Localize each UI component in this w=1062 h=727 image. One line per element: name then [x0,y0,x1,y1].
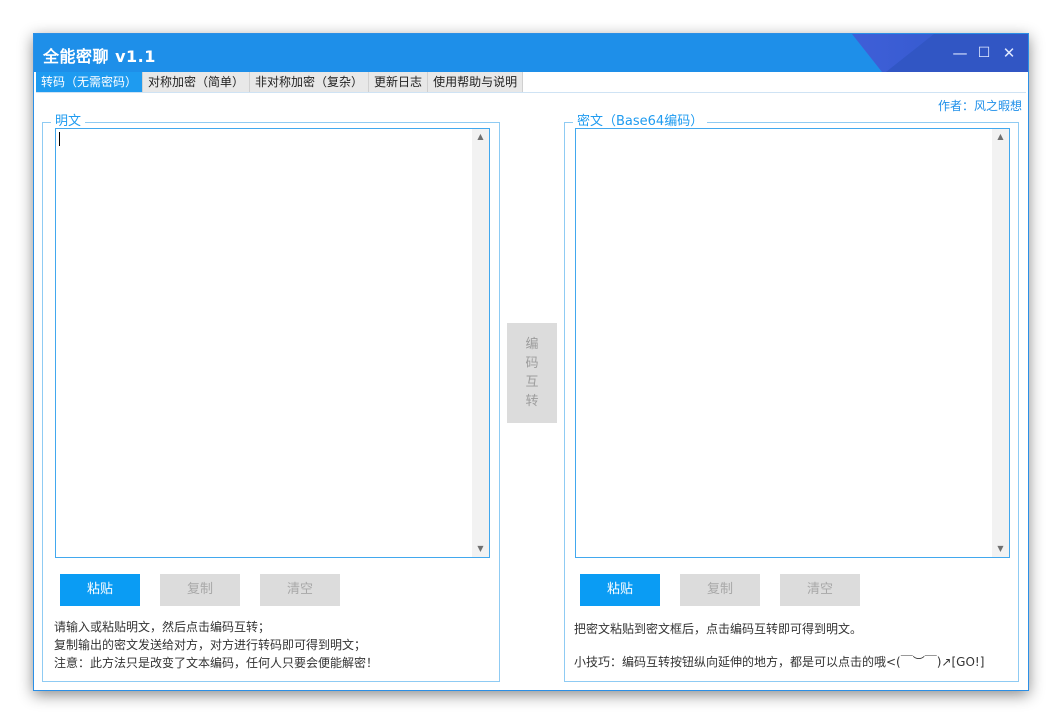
ciphertext-input[interactable]: ▲ ▼ [575,128,1010,558]
convert-char: 互 [525,375,539,390]
maximize-icon[interactable]: ☐ [975,44,993,62]
ciphertext-hint-2: 小技巧：编码互转按钮纵向延伸的地方，都是可以点击的哦<(￣︶￣)↗[GO!] [574,655,985,669]
plaintext-scrollbar[interactable]: ▲ ▼ [472,129,489,557]
ciphertext-group: 密文（Base64编码） ▲ ▼ 粘贴 复制 清空 把密文粘贴到密文框后，点击编… [564,114,1019,682]
tab-divider [36,92,1026,93]
plaintext-hint-3: 注意：此方法只是改变了文本编码，任何人只要会便能解密！ [54,656,379,670]
plaintext-hint-1: 请输入或粘贴明文，然后点击编码互转； [54,620,271,634]
plaintext-copy-button[interactable]: 复制 [160,574,240,606]
tab-asymmetric[interactable]: 非对称加密（复杂） [250,72,370,92]
convert-char: 转 [525,394,539,409]
ciphertext-clear-button[interactable]: 清空 [780,574,860,606]
text-caret [59,132,60,146]
scroll-down-icon[interactable]: ▼ [992,541,1009,557]
convert-button[interactable]: 编 码 互 转 [507,323,557,423]
title-bar[interactable]: 全能密聊 v1.1 — ☐ ✕ [34,34,1028,72]
scroll-up-icon[interactable]: ▲ [472,129,489,145]
ciphertext-hint-1: 把密文粘贴到密文框后，点击编码互转即可得到明文。 [574,622,863,636]
tab-changelog[interactable]: 更新日志 [369,72,429,92]
plaintext-hint-2: 复制输出的密文发送给对方，对方进行转码即可得到明文； [54,638,367,652]
plaintext-paste-button[interactable]: 粘贴 [60,574,140,606]
scroll-down-icon[interactable]: ▼ [472,541,489,557]
scroll-up-icon[interactable]: ▲ [992,129,1009,145]
tab-bar: 转码（无需密码） 对称加密（简单） 非对称加密（复杂） 更新日志 使用帮助与说明 [36,72,524,92]
plaintext-input[interactable]: ▲ ▼ [55,128,490,558]
app-title: 全能密聊 v1.1 [43,47,156,66]
ciphertext-paste-button[interactable]: 粘贴 [580,574,660,606]
convert-char: 编 [525,337,539,352]
author-label: 作者：风之暇想 [937,99,1022,113]
ciphertext-scrollbar[interactable]: ▲ ▼ [992,129,1009,557]
app-window: 全能密聊 v1.1 — ☐ ✕ 转码（无需密码） 对称加密（简单） 非对称加密（… [33,33,1029,691]
tab-transcode[interactable]: 转码（无需密码） [36,72,144,92]
tab-help[interactable]: 使用帮助与说明 [428,72,524,92]
plaintext-clear-button[interactable]: 清空 [260,574,340,606]
ciphertext-copy-button[interactable]: 复制 [680,574,760,606]
convert-char: 码 [525,356,539,371]
plaintext-group: 明文 ▲ ▼ 粘贴 复制 清空 请输入或粘贴明文，然后点击编码互转； 复制输出的… [42,114,500,682]
tab-symmetric[interactable]: 对称加密（简单） [143,72,251,92]
close-icon[interactable]: ✕ [1000,44,1018,62]
minimize-icon[interactable]: — [951,44,969,62]
